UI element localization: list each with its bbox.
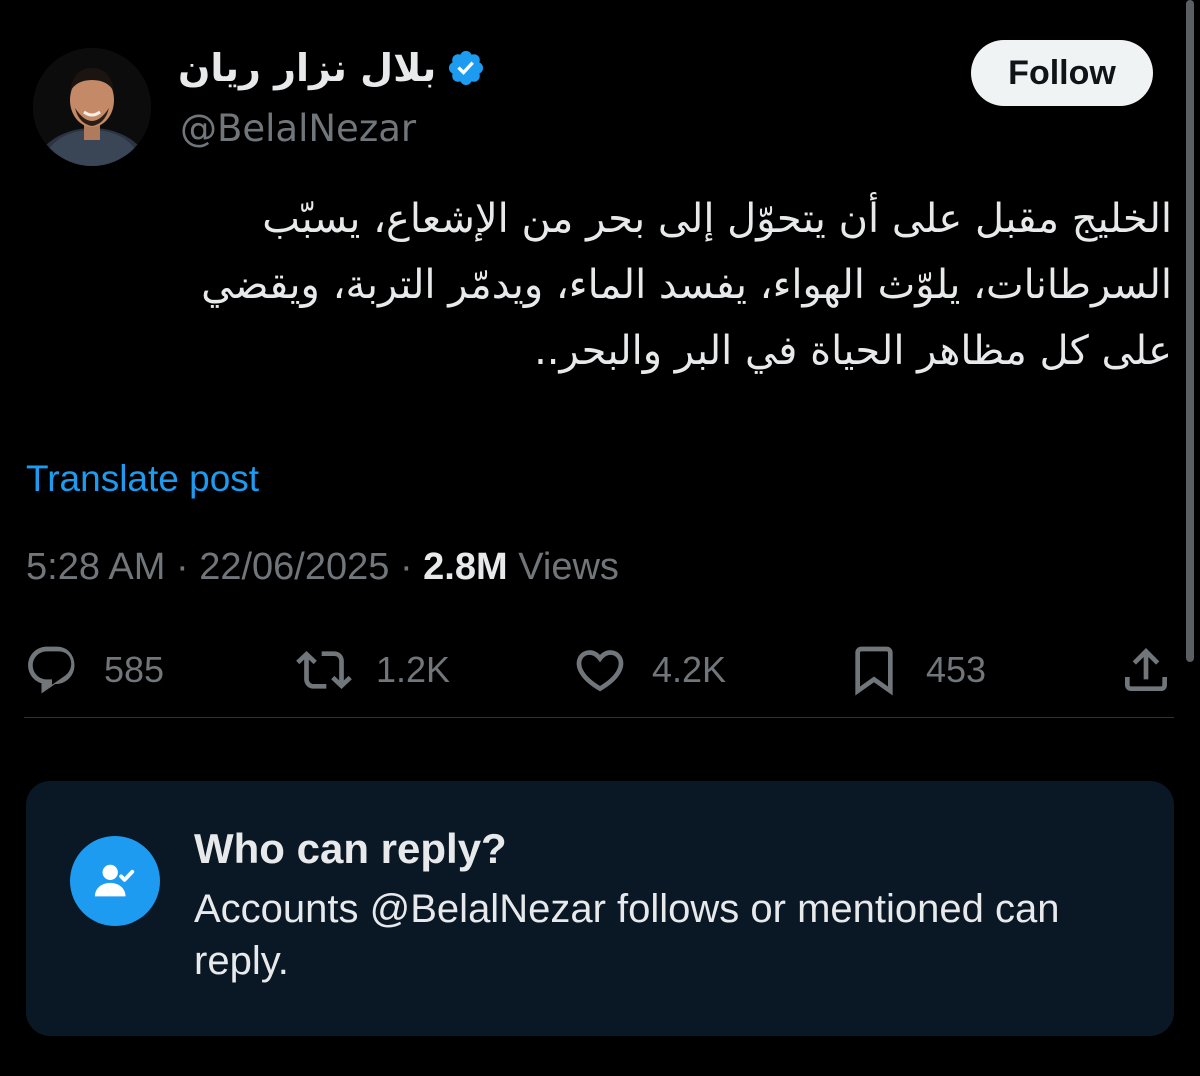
repost-button[interactable]: 1.2K <box>296 630 450 710</box>
tweet-text-line: السرطانات، يلوّث الهواء، يفسد الماء، ويد… <box>201 262 1172 308</box>
like-count: 4.2K <box>652 649 727 690</box>
repost-icon <box>296 651 352 689</box>
views-count: 2.8M <box>423 546 508 588</box>
who-can-reply-card: Who can reply? Accounts @BelalNezar foll… <box>26 781 1174 1036</box>
tweet-actions-bar: 585 1.2K 4.2K 453 <box>0 630 1200 710</box>
follow-button[interactable]: Follow <box>971 40 1153 106</box>
who-can-reply-title: Who can reply? <box>194 825 507 872</box>
views-label: Views <box>518 546 619 588</box>
meta-separator: · <box>165 546 200 588</box>
tweet-detail-page: بلال نزار ريان @BelalNezar Follow الخليج… <box>0 0 1200 1076</box>
reply-count: 585 <box>104 649 165 690</box>
divider <box>24 717 1174 718</box>
share-button[interactable] <box>1118 630 1174 710</box>
like-button[interactable]: 4.2K <box>572 630 726 710</box>
scrollbar[interactable] <box>1186 0 1194 662</box>
verified-badge-icon <box>446 48 486 88</box>
who-can-reply-description: Accounts @BelalNezar follows or mentione… <box>194 887 1060 983</box>
avatar[interactable] <box>33 48 151 166</box>
tweet-time[interactable]: 5:28 AM <box>26 546 165 588</box>
bookmark-count: 453 <box>926 649 987 690</box>
share-icon <box>1125 648 1167 691</box>
meta-separator: · <box>389 546 424 588</box>
author-display-name[interactable]: بلال نزار ريان <box>178 46 436 90</box>
translate-post-link[interactable]: Translate post <box>26 458 259 500</box>
bookmark-button[interactable]: 453 <box>846 630 986 710</box>
author-handle[interactable]: @BelalNezar <box>180 107 416 150</box>
avatar-photo <box>33 48 151 166</box>
reply-icon <box>28 646 75 694</box>
tweet-date[interactable]: 22/06/2025 <box>199 546 389 588</box>
like-icon <box>576 650 624 692</box>
repost-count: 1.2K <box>376 649 451 690</box>
author-name-row: بلال نزار ريان <box>178 46 486 90</box>
bookmark-icon <box>855 646 893 696</box>
tweet-metadata: 5:28 AM · 22/06/2025 · 2.8M Views <box>26 546 619 589</box>
tweet-text-line: على كل مظاهر الحياة في البر والبحر.. <box>534 328 1172 374</box>
tweet-text: الخليج مقبل على أن يتحوّل إلى بحر من الإ… <box>22 186 1172 384</box>
tweet-text-line: الخليج مقبل على أن يتحوّل إلى بحر من الإ… <box>262 196 1172 242</box>
user-check-icon <box>70 836 160 926</box>
reply-button[interactable]: 585 <box>24 630 164 710</box>
